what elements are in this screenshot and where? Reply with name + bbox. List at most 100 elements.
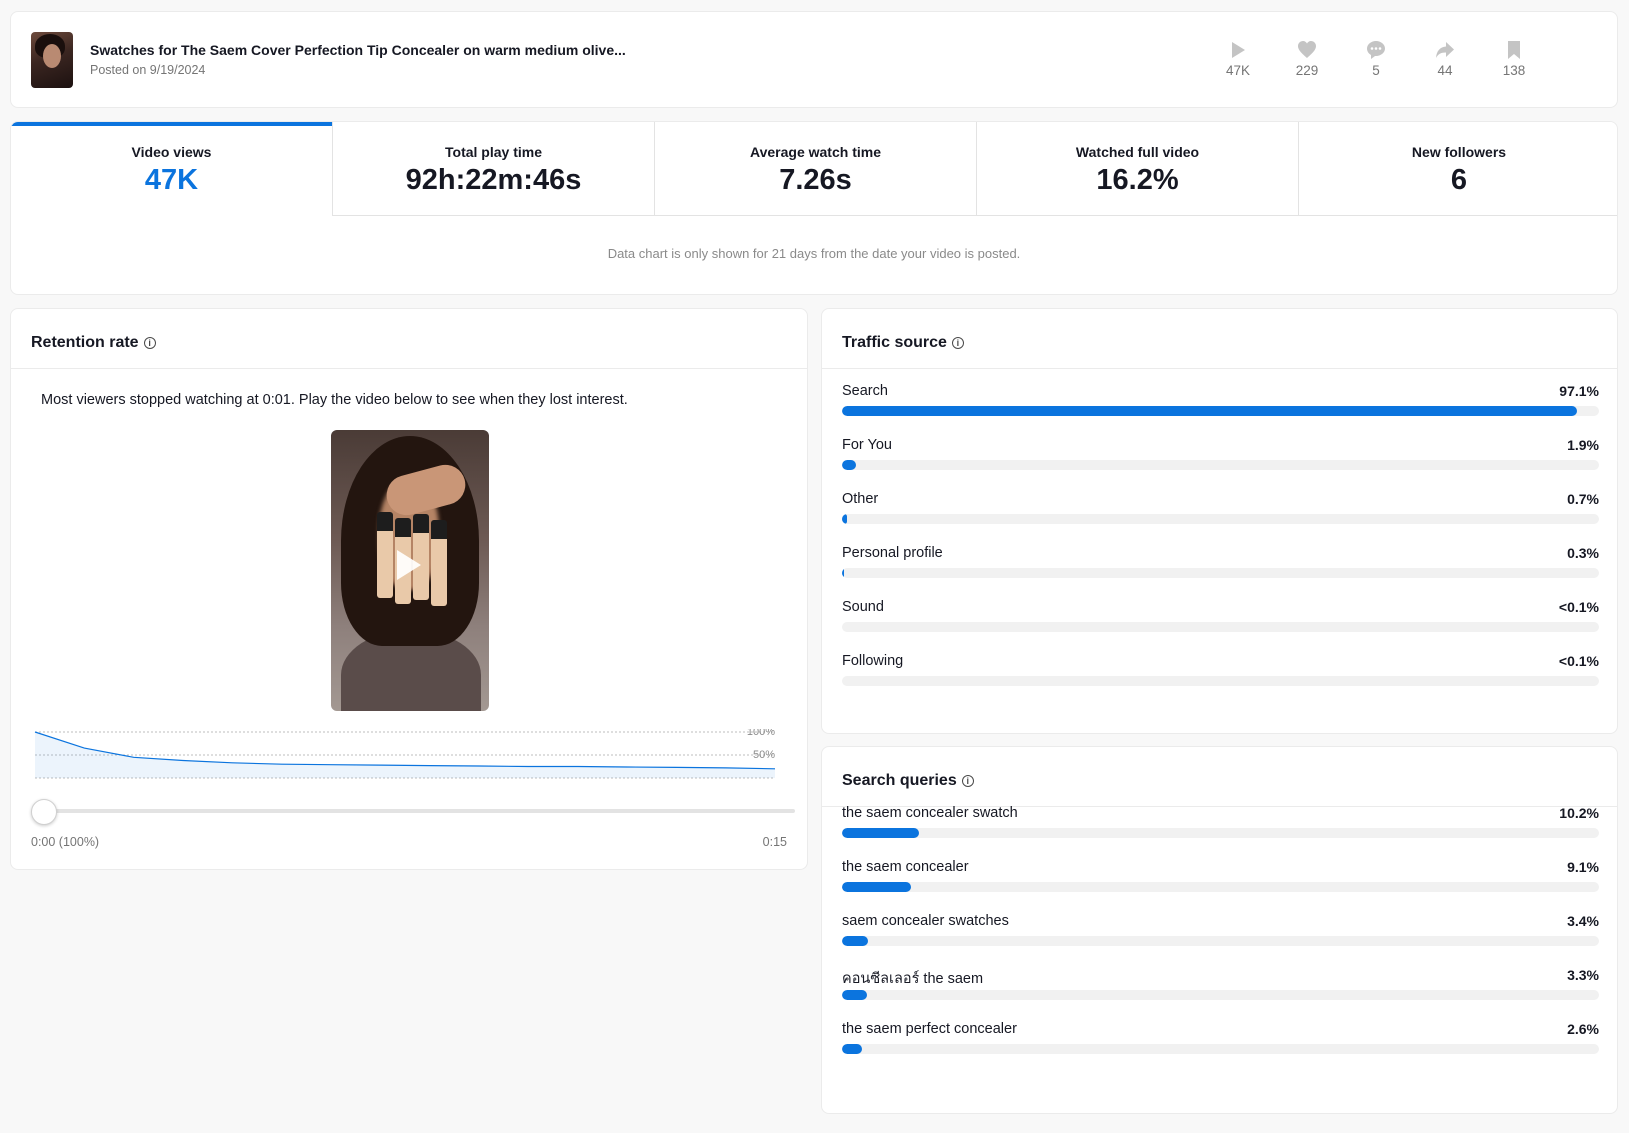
comment-icon	[1367, 41, 1385, 59]
traffic-row: For You 1.9%	[842, 437, 1599, 483]
traffic-title-text: Traffic source	[842, 334, 947, 351]
search-label: saem concealer swatches	[842, 913, 1009, 929]
traffic-row: Following <0.1%	[842, 653, 1599, 699]
bookmark-icon	[1508, 41, 1520, 59]
search-label: the saem concealer	[842, 859, 969, 875]
search-bar-fill	[842, 828, 920, 838]
search-value: 10.2%	[1559, 805, 1599, 821]
divider	[822, 368, 1617, 369]
metric-label: Total play time	[445, 144, 542, 160]
search-value: 2.6%	[1567, 1021, 1599, 1037]
time-end: 0:15	[762, 835, 787, 849]
tab-watched-full-video[interactable]: Watched full video 16.2%	[977, 122, 1299, 216]
search-bar-track	[842, 882, 1599, 892]
search-bar-fill	[842, 936, 868, 946]
search-value: 3.4%	[1567, 913, 1599, 929]
search-title: Search queries	[842, 772, 974, 790]
likes-count: 229	[1295, 63, 1319, 78]
traffic-bar-track	[842, 568, 1599, 578]
timeline-track[interactable]	[43, 809, 795, 813]
video-title: Swatches for The Saem Cover Perfection T…	[90, 42, 626, 58]
traffic-bar-track	[842, 406, 1599, 416]
search-queries-card: Search queries the saem concealer swatch…	[821, 746, 1618, 1114]
search-label: the saem concealer swatch	[842, 805, 1018, 821]
video-thumbnail[interactable]	[31, 32, 73, 88]
traffic-label: Personal profile	[842, 545, 943, 561]
metric-label: Watched full video	[1075, 144, 1200, 160]
tab-new-followers[interactable]: New followers 6	[1299, 122, 1617, 216]
retention-title-text: Retention rate	[31, 334, 139, 351]
share-icon	[1436, 42, 1454, 58]
search-value: 9.1%	[1567, 859, 1599, 875]
tick-label-50: 50%	[753, 749, 775, 761]
search-row: the saem concealer swatch 10.2%	[842, 805, 1599, 851]
traffic-value: <0.1%	[1558, 599, 1599, 615]
traffic-row: Other 0.7%	[842, 491, 1599, 537]
search-row: the saem concealer 9.1%	[842, 859, 1599, 905]
search-bar-track	[842, 936, 1599, 946]
tab-average-watch-time[interactable]: Average watch time 7.26s	[655, 122, 977, 216]
search-bar-fill	[842, 990, 867, 1000]
play-icon	[1232, 42, 1245, 58]
info-icon[interactable]	[951, 337, 964, 349]
traffic-bar-fill	[842, 568, 845, 578]
traffic-value: 0.3%	[1567, 545, 1599, 561]
search-row: saem concealer swatches 3.4%	[842, 913, 1599, 959]
traffic-row: Sound <0.1%	[842, 599, 1599, 645]
metric-label: Average watch time	[750, 144, 881, 160]
heart-icon	[1298, 41, 1316, 58]
play-icon[interactable]	[397, 550, 421, 580]
retention-chart: 100% 50%	[34, 729, 775, 779]
traffic-bar-track	[842, 460, 1599, 470]
traffic-bar-fill	[842, 406, 1578, 416]
retention-card: Retention rate Most viewers stopped watc…	[10, 308, 808, 870]
traffic-label: Other	[842, 491, 879, 507]
comments-stat: 5	[1346, 40, 1406, 78]
traffic-label: Following	[842, 653, 904, 669]
search-bar-track	[842, 1044, 1599, 1054]
metric-label: Video views	[131, 144, 212, 160]
saves-stat: 138	[1484, 40, 1544, 78]
views-stat: 47K	[1208, 40, 1268, 78]
metric-value: 92h:22m:46s	[405, 164, 582, 196]
traffic-row: Search 97.1%	[842, 383, 1599, 429]
traffic-value: 0.7%	[1567, 491, 1599, 507]
search-bar-fill	[842, 882, 911, 892]
traffic-label: Search	[842, 383, 888, 399]
metrics-card: Video views 47K Total play time 92h:22m:…	[10, 121, 1618, 295]
retention-message: Most viewers stopped watching at 0:01. P…	[41, 392, 628, 408]
tab-video-views[interactable]: Video views 47K	[11, 122, 333, 216]
search-bar-track	[842, 990, 1599, 1000]
metric-value: 7.26s	[779, 164, 852, 196]
search-bar-fill	[842, 1044, 862, 1054]
info-icon[interactable]	[961, 775, 974, 787]
video-player[interactable]	[331, 430, 489, 711]
metric-label: New followers	[1411, 144, 1507, 160]
metric-value: 6	[1450, 164, 1468, 196]
traffic-bar-fill	[842, 460, 857, 470]
traffic-bar-track	[842, 676, 1599, 686]
search-value: 3.3%	[1567, 967, 1599, 983]
traffic-label: Sound	[842, 599, 884, 615]
traffic-label: For You	[842, 437, 892, 453]
timeline-handle[interactable]	[31, 799, 57, 825]
shares-stat: 44	[1415, 40, 1475, 78]
traffic-bar-track	[842, 514, 1599, 524]
tab-total-play-time[interactable]: Total play time 92h:22m:46s	[333, 122, 655, 216]
search-title-text: Search queries	[842, 772, 957, 789]
info-icon[interactable]	[143, 337, 156, 349]
traffic-bar-track	[842, 622, 1599, 632]
traffic-source-card: Traffic source Search 97.1% For You 1.9% Oth…	[821, 308, 1618, 734]
views-count: 47K	[1225, 63, 1251, 78]
search-bar-track	[842, 828, 1599, 838]
traffic-value: 1.9%	[1567, 437, 1599, 453]
tick-label-100: 100%	[747, 729, 775, 738]
divider	[11, 368, 807, 369]
traffic-title: Traffic source	[842, 334, 964, 352]
search-row: the saem perfect concealer 2.6%	[842, 1021, 1599, 1067]
chart-note: Data chart is only shown for 21 days fro…	[607, 246, 1021, 261]
search-label: คอนซีลเลอร์ the saem	[842, 971, 984, 987]
metric-value: 47K	[144, 164, 199, 196]
comments-count: 5	[1372, 63, 1380, 78]
shares-count: 44	[1437, 63, 1453, 78]
